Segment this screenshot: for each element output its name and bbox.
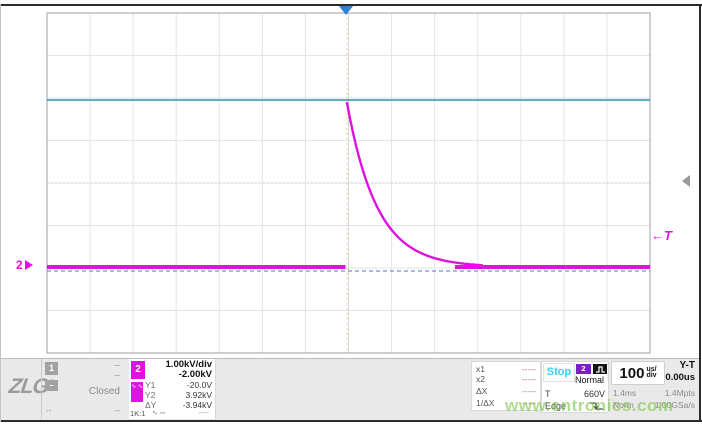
channel1-block[interactable]: 1 -- -- – Closed -- -- [41,359,130,419]
channel2-coupling-icons: ∿ ∿ [131,382,143,402]
channel2-position-marker[interactable]: 2 [16,258,33,272]
cursor-x2-label: x2 [476,374,485,384]
cursor-x1-row: x1 ----- [476,364,536,374]
frame-bottom-border [0,420,702,422]
cursor-y2-label: Y2 [145,390,155,400]
channel1-value1: -- [114,360,120,370]
channel1-status: Closed [89,386,120,397]
channel2-probe-dashes: ---- [198,408,209,417]
cursor-y1-row: Y1 -20.0V [145,380,212,390]
cursor-y2-value: 3.92kV [186,390,212,400]
cursor-y1-value: -20.0V [187,380,212,390]
trigger-delay: 0.00us [665,372,695,383]
channel2-badge[interactable]: 2 [131,361,145,379]
timebase-scale-box[interactable]: 100 us/ div [611,361,665,385]
trigger-level-arrow-icon: ← [651,228,664,243]
timebase-unit-bottom: div [646,373,656,380]
channel2-offset: -2.00kV [179,369,212,380]
cursor-x2-value: ----- [522,374,536,384]
channel1-bottom-left: -- [46,406,51,415]
channel2-trace-decay [347,103,482,265]
cursor-y1-label: Y1 [145,380,155,390]
display-mode: Y-T [679,360,695,371]
watermark: www.cntronics.com [505,396,673,416]
cursor-x1-label: x1 [476,364,485,374]
cursor-dx-value: ----- [522,386,536,396]
channel2-probe-icons: ∿ ⎓ [152,409,165,418]
channel2-probe-ratio: 1K:1 [130,409,145,418]
cursor-inv-dx-label: 1/ΔX [476,398,494,408]
channel2-block[interactable]: 2 1.00kV/div -2.00kV ∿ ∿ Y1 -20.0V Y2 3.… [129,359,216,419]
cursor-dx-label: ΔX [476,386,487,396]
channel1-sub-badge: – [45,380,58,391]
trigger-position-icon[interactable] [339,6,353,15]
trigger-level-label: T [664,228,672,243]
channel1-bottom-right: -- [115,406,120,415]
channel1-value2: -- [114,370,120,380]
cursor-x2-row: x2 ----- [476,374,536,384]
channel2-position-label: 2 [16,258,23,272]
waveform-display [0,0,702,358]
cursor-dx-row: ΔX ----- [476,386,536,396]
timebase-scale-unit: us/ div [646,367,656,380]
cursor-y2-row: Y2 3.92kV [145,390,212,400]
timebase-scale-number: 100 [619,365,644,382]
channel2-position-arrow-icon [25,260,33,270]
trigger-mode[interactable]: Normal [575,375,604,385]
trigger-level-marker[interactable]: ←T [651,228,672,243]
trigger-edge-type-icon [593,364,607,374]
oscilloscope-screenshot: 2 ←T ZLG® 1 -- -- – Closed -- -- 2 1.00k… [0,0,702,425]
cursor-x1-value: ----- [522,364,536,374]
trigger-source-badge[interactable]: 2 [576,364,591,374]
run-stop-button[interactable]: Stop [543,363,575,382]
panel-collapse-arrow-icon[interactable] [682,175,690,187]
channel1-badge[interactable]: 1 [45,362,58,375]
